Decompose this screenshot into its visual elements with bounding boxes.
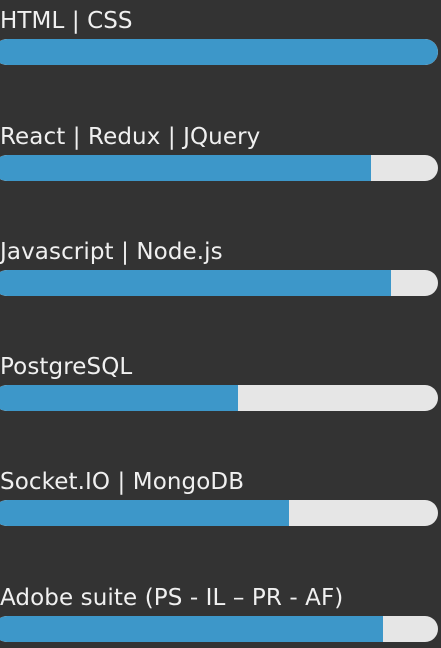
- skill-progress-track: [0, 616, 438, 642]
- skill-progress-track: [0, 155, 438, 181]
- skill-progress-fill: [0, 39, 438, 65]
- skill-label: Javascript | Node.js: [0, 239, 223, 265]
- skill-label: Socket.IO | MongoDB: [0, 469, 245, 495]
- skill-progress-track: [0, 385, 438, 411]
- skill-progress-fill: [0, 270, 392, 296]
- skill-label: React | Redux | JQuery: [0, 124, 261, 150]
- skills-list: HTML | CSS React | Redux | JQuery Javasc…: [0, 0, 441, 648]
- skill-label: PostgreSQL: [0, 354, 133, 380]
- skill-progress-fill: [0, 385, 239, 411]
- skill-progress-fill: [0, 155, 372, 181]
- skill-label: Adobe suite (PS - IL – PR - AF): [0, 585, 344, 611]
- skill-label: HTML | CSS: [0, 8, 133, 34]
- skill-progress-fill: [0, 500, 290, 526]
- skill-progress-track: [0, 39, 438, 65]
- skill-progress-fill: [0, 616, 383, 642]
- skill-progress-track: [0, 500, 438, 526]
- skill-progress-track: [0, 270, 438, 296]
